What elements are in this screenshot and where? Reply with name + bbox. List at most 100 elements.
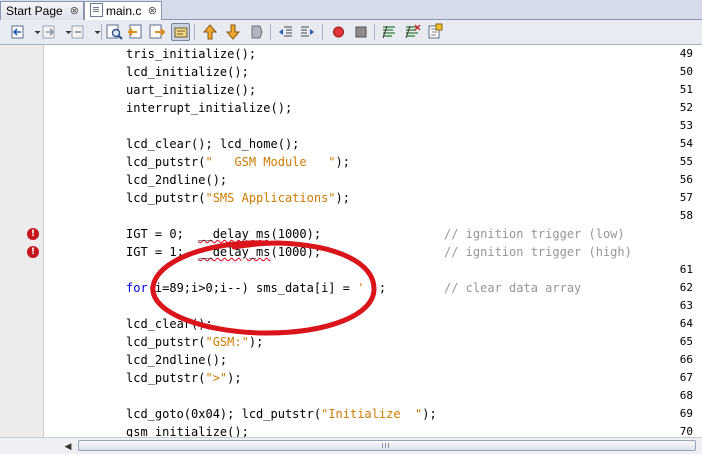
uncomment-icon[interactable]	[403, 23, 422, 41]
code-text: lcd_putstr(">");	[126, 369, 242, 387]
code-line: 69 lcd_goto(0x04); lcd_putstr("Initializ…	[0, 405, 702, 423]
code-token: );	[248, 335, 264, 349]
code-editor[interactable]: 49 tris_initialize(); 50 lcd_initialize(…	[0, 45, 702, 437]
format-code-icon[interactable]	[425, 23, 444, 41]
code-token: lcd_putstr(	[126, 371, 206, 385]
code-text: uart_initialize();	[126, 83, 257, 97]
code-text: lcd_2ndline();	[126, 173, 228, 187]
editor-tab-strip: Start Page ⊗ main.c ⊗	[0, 0, 702, 21]
code-text: lcd_putstr("SMS Applications");	[126, 189, 350, 207]
code-line: 67 lcd_putstr(">");	[0, 369, 702, 387]
editor-toolbar	[0, 20, 702, 45]
next-bookmark-icon[interactable]	[224, 23, 243, 41]
code-comment: // clear data array	[444, 281, 582, 295]
code-comment: // ignition trigger (high)	[444, 245, 632, 259]
string-literal: "SMS Applications"	[205, 191, 336, 205]
code-comment: // ignition trigger (low)	[444, 227, 625, 241]
line-number: 53	[679, 119, 693, 132]
toolbar-separator	[194, 24, 195, 40]
code-token: IGT = 0;	[126, 227, 199, 241]
line-number: 50	[679, 65, 693, 78]
last-edit-icon[interactable]	[69, 23, 88, 41]
error-icon[interactable]: !	[27, 228, 39, 240]
code-text: tris_initialize();	[126, 47, 257, 61]
code-line: 63	[0, 297, 702, 315]
close-tab-icon[interactable]: ⊗	[70, 2, 79, 20]
forward-dropdown-icon[interactable]	[59, 23, 72, 41]
code-line: 50 lcd_initialize();	[0, 63, 702, 81]
code-line: 66 lcd_2ndline();	[0, 351, 702, 369]
stop-macro-icon[interactable]	[352, 23, 371, 41]
find-icon[interactable]	[105, 23, 124, 41]
code-line: 54 lcd_clear(); lcd_home();	[0, 135, 702, 153]
error-underlined-token: __delay_ms	[198, 227, 271, 241]
previous-bookmark-icon[interactable]	[201, 23, 220, 41]
toolbar-separator	[322, 24, 323, 40]
code-line: 70 gsm_initialize();	[0, 423, 702, 437]
find-next-icon[interactable]	[148, 23, 167, 41]
code-line: 57 lcd_putstr("SMS Applications");	[0, 189, 702, 207]
string-literal: "GSM:"	[205, 335, 249, 349]
code-line: 58	[0, 207, 702, 225]
code-token: (i=89;i>0;i--) sms_data[i] =	[147, 281, 358, 295]
horizontal-scrollbar[interactable]: ◀ ▶	[0, 437, 702, 454]
toolbar-separator	[270, 24, 271, 40]
line-number: 58	[679, 209, 693, 222]
shift-right-icon[interactable]	[299, 23, 318, 41]
line-number: 67	[679, 371, 693, 384]
line-number: 57	[679, 191, 693, 204]
code-text: IGT = 0; __delay_ms(1000);	[126, 225, 321, 243]
find-previous-icon[interactable]	[126, 23, 145, 41]
forward-icon[interactable]	[40, 23, 59, 41]
tab-start-page[interactable]: Start Page ⊗	[0, 1, 84, 20]
tab-label: main.c	[106, 4, 142, 18]
code-token: );	[422, 407, 437, 421]
record-macro-icon[interactable]	[329, 23, 348, 41]
code-text: lcd_putstr(" GSM Module ");	[126, 153, 350, 171]
code-token: (1000);	[270, 245, 322, 259]
line-number: 69	[679, 407, 693, 420]
keyword: for	[126, 281, 148, 295]
code-line: 68	[0, 387, 702, 405]
back-dropdown-icon[interactable]	[28, 23, 41, 41]
string-literal: " GSM Module "	[205, 155, 336, 169]
close-tab-icon[interactable]: ⊗	[148, 2, 157, 20]
code-text: lcd_initialize();	[126, 65, 249, 79]
string-literal: ">"	[205, 371, 228, 385]
code-text: for(i=89;i>0;i--) sms_data[i] = ' ';	[126, 279, 386, 297]
line-number: 51	[679, 83, 693, 96]
code-token: IGT = 1;	[126, 245, 199, 259]
line-number: 66	[679, 353, 693, 366]
back-icon[interactable]	[9, 23, 28, 41]
string-literal: "Initialize "	[321, 407, 423, 421]
line-number: 61	[679, 263, 693, 276]
code-token: (1000);	[270, 227, 322, 241]
last-edit-dropdown-icon[interactable]	[88, 23, 101, 41]
line-number: 63	[679, 299, 693, 312]
code-token: lcd_putstr(	[126, 155, 206, 169]
code-line: 56 lcd_2ndline();	[0, 171, 702, 189]
scroll-left-icon[interactable]: ◀	[62, 440, 74, 452]
scrollbar-thumb[interactable]	[78, 440, 696, 451]
string-literal: ' '	[357, 281, 379, 295]
code-text: gsm_initialize();	[126, 425, 249, 437]
comment-icon[interactable]	[380, 23, 399, 41]
code-text: lcd_2ndline();	[126, 353, 228, 367]
code-token: );	[335, 191, 350, 205]
code-text: lcd_clear();	[126, 317, 213, 331]
code-line: 52 interrupt_initialize();	[0, 99, 702, 117]
code-text: lcd_putstr("GSM:");	[126, 333, 263, 351]
code-token: ;	[378, 281, 387, 295]
toggle-highlight-icon[interactable]	[171, 23, 190, 41]
tab-main-c[interactable]: main.c ⊗	[84, 1, 162, 21]
toggle-bookmark-icon[interactable]	[247, 23, 266, 41]
line-number: 64	[679, 317, 693, 330]
code-token: lcd_goto(0x04); lcd_putstr(	[126, 407, 322, 421]
line-number: 68	[679, 389, 693, 402]
tab-label: Start Page	[6, 4, 63, 18]
error-icon[interactable]: !	[27, 246, 39, 258]
line-number: 54	[679, 137, 693, 150]
shift-left-icon[interactable]	[276, 23, 295, 41]
line-number: 62	[679, 281, 693, 294]
toolbar-separator	[101, 24, 102, 40]
